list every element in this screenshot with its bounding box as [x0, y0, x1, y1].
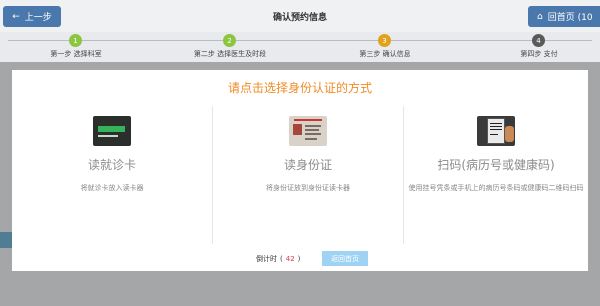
option-title: 读身份证	[283, 158, 332, 172]
step-4-label: 第四步 支付	[520, 50, 558, 58]
option-description: 将身份证放到身份证读卡器	[266, 184, 350, 192]
step-3-dot: 3	[378, 34, 391, 47]
step-2-dot: 2	[223, 34, 236, 47]
step-1-dot: 1	[69, 34, 82, 47]
home-icon: ⌂	[537, 11, 543, 22]
option-title: 读就诊卡	[87, 158, 136, 172]
steps-line	[8, 40, 592, 41]
option-title: 扫码(病历号或健康码)	[437, 158, 555, 172]
countdown: 倒计时 ( 42 )	[256, 254, 300, 264]
auth-method-dialog: 请点击选择身份认证的方式 读就诊卡 将就诊卡放入读卡器 读身份证 将身份证放到身…	[12, 70, 588, 271]
option-description: 将就诊卡放入读卡器	[80, 184, 144, 192]
step-1-label: 第一步 选择科室	[50, 50, 102, 58]
countdown-open: (	[280, 255, 283, 263]
top-bar: ← 上一步 确认预约信息 ⌂ 回首页 (10	[0, 0, 600, 32]
page-title: 确认预约信息	[272, 13, 327, 23]
step-3-label: 第三步 确认信息	[359, 50, 411, 58]
countdown-close: )	[297, 255, 301, 263]
option-medical-card[interactable]: 读就诊卡 将就诊卡放入读卡器	[16, 100, 208, 240]
home-button[interactable]: ⌂ 回首页 (10	[528, 6, 600, 27]
countdown-label: 倒计时	[256, 255, 277, 263]
progress-steps: 1 第一步 选择科室 2 第二步 选择医生及时段 3 第三步 确认信息 4 第四…	[0, 32, 600, 62]
return-home-button[interactable]: 返回首页	[322, 251, 368, 266]
option-description: 使用挂号凭条或手机上的病历号条码或健康码二维码扫码	[408, 184, 584, 192]
scan-code-image	[477, 116, 515, 146]
option-id-card[interactable]: 读身份证 将身份证放到身份证读卡器	[212, 100, 404, 240]
countdown-value: 42	[285, 255, 295, 263]
medical-card-image	[93, 116, 131, 146]
id-card-image	[289, 116, 327, 146]
step-2-label: 第二步 选择医生及时段	[193, 50, 267, 58]
dialog-title: 请点击选择身份认证的方式	[227, 81, 372, 95]
step-4-dot: 4	[532, 34, 545, 47]
home-button-label: 回首页 (10	[547, 13, 593, 23]
option-scan-code[interactable]: 扫码(病历号或健康码) 使用挂号凭条或手机上的病历号条码或健康码二维码扫码	[400, 100, 592, 240]
